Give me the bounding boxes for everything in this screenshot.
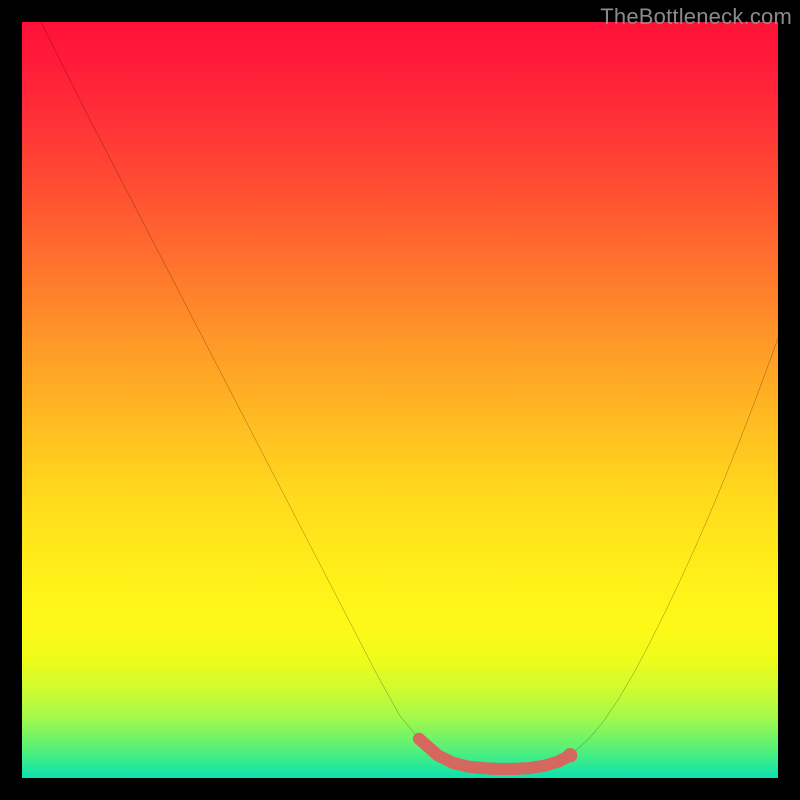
watermark-text: TheBottleneck.com [600,4,792,30]
marker-end-dot [563,748,577,762]
marker-line [419,739,570,769]
chart-stage: TheBottleneck.com [0,0,800,800]
optimal-marker [22,22,778,778]
plot-area [22,22,778,778]
